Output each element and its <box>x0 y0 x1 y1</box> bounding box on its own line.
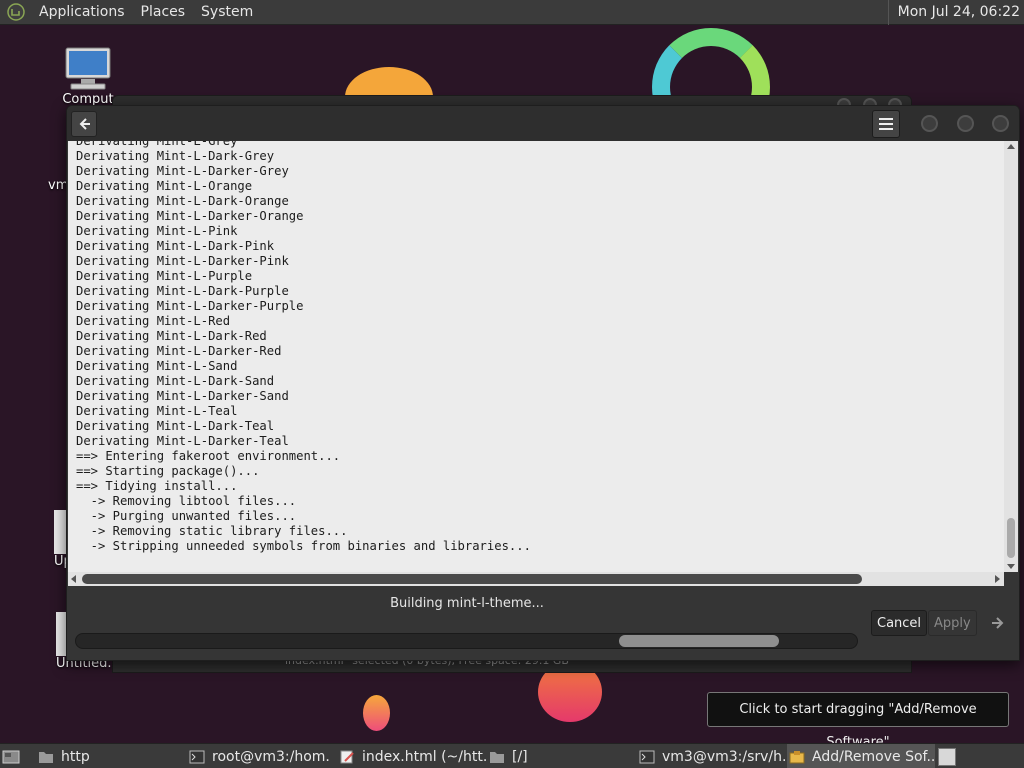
horizontal-scrollbar[interactable] <box>68 572 1004 586</box>
terminal-line: ==> Starting package()... <box>76 464 260 478</box>
show-desktop-button[interactable] <box>2 744 24 768</box>
terminal-line: Derivating Mint-L-Darker-Grey <box>76 164 289 178</box>
terminal-line: -> Removing static library files... <box>76 524 348 538</box>
bottom-panel: http root@vm3:/hom... index.html (~/htt.… <box>0 743 1024 768</box>
terminal-icon <box>639 750 655 763</box>
taskbar-item-label: Add/Remove Sof... <box>812 748 935 765</box>
terminal-line: -> Removing libtool files... <box>76 494 297 508</box>
taskbar-item-vm3-terminal[interactable]: vm3@vm3:/srv/h... <box>639 744 785 768</box>
mint-logo-icon[interactable] <box>7 3 25 21</box>
file-icon <box>54 510 66 554</box>
terminal-line: Derivating Mint-L-Sand <box>76 359 238 373</box>
top-panel: Applications Places System Mon Jul 24, 0… <box>0 0 1024 25</box>
text-editor-icon <box>340 750 354 763</box>
cancel-button[interactable]: Cancel <box>871 610 928 636</box>
terminal-line: Derivating Mint-L-Purple <box>76 269 253 283</box>
menu-applications[interactable]: Applications <box>31 0 133 25</box>
scroll-up-icon[interactable] <box>1007 144 1015 149</box>
vertical-scroll-thumb[interactable] <box>1007 518 1015 558</box>
taskbar-item-label: root@vm3:/hom... <box>212 748 331 765</box>
terminal-line: Derivating Mint-L-Darker-Red <box>76 344 282 358</box>
terminal-line: Derivating Mint-L-Teal <box>76 404 238 418</box>
close-icon[interactable] <box>992 115 1009 132</box>
build-log-text: Derivating Mint-L-Grey Derivating Mint-L-… <box>68 141 1004 554</box>
hamburger-icon <box>879 118 893 130</box>
back-button[interactable] <box>71 111 97 137</box>
terminal-line: Derivating Mint-L-Dark-Purple <box>76 284 289 298</box>
terminal-line: -> Purging unwanted files... <box>76 509 297 523</box>
next-button[interactable] <box>986 612 1010 634</box>
terminal-line: Derivating Mint-L-Dark-Pink <box>76 239 275 253</box>
headerbar[interactable] <box>67 106 1019 141</box>
folder-icon <box>490 751 504 763</box>
menu-system[interactable]: System <box>193 0 261 25</box>
taskbar-item-root-terminal[interactable]: root@vm3:/hom... <box>189 744 331 768</box>
build-log-terminal[interactable]: Derivating Mint-L-Grey Derivating Mint-L-… <box>68 141 1004 572</box>
taskbar-item-label: http <box>61 748 90 765</box>
scroll-left-icon[interactable] <box>71 575 76 583</box>
desktop-icon-vm[interactable]: vm <box>48 178 68 193</box>
desktop-icon-computer[interactable]: Comput <box>58 46 118 107</box>
computer-icon <box>65 47 111 90</box>
maximize-icon[interactable] <box>957 115 974 132</box>
taskbar-item-root-folder[interactable]: [/] <box>489 744 629 768</box>
build-status-text: Building mint-l-theme... <box>390 596 544 611</box>
terminal-line: Derivating Mint-L-Dark-Orange <box>76 194 289 208</box>
terminal-icon <box>189 750 205 763</box>
workspace-icon <box>938 747 956 766</box>
progress-pulse <box>619 635 779 647</box>
terminal-line: Derivating Mint-L-Dark-Grey <box>76 149 275 163</box>
terminal-line: Derivating Mint-L-Dark-Teal <box>76 419 275 433</box>
vertical-scrollbar[interactable] <box>1004 141 1018 572</box>
terminal-line: ==> Entering fakeroot environment... <box>76 449 341 463</box>
horizontal-scroll-thumb[interactable] <box>82 574 862 584</box>
taskbar-item-index-html[interactable]: index.html (~/htt... <box>339 744 487 768</box>
arrow-right-icon <box>992 617 1004 629</box>
taskbar-item-label: vm3@vm3:/srv/h... <box>662 748 785 765</box>
menu-places[interactable]: Places <box>133 0 194 25</box>
scroll-right-icon[interactable] <box>995 575 1000 583</box>
terminal-line: Derivating Mint-L-Pink <box>76 224 238 238</box>
terminal-line: -> Stripping unneeded symbols from binar… <box>76 539 531 553</box>
arrow-left-icon <box>79 118 90 130</box>
terminal-line: Derivating Mint-L-Darker-Pink <box>76 254 289 268</box>
scroll-down-icon[interactable] <box>1007 564 1015 569</box>
file-icon <box>56 612 66 656</box>
build-progress-bar <box>75 633 858 649</box>
show-desktop-icon <box>2 750 20 763</box>
terminal-line: Derivating Mint-L-Red <box>76 314 231 328</box>
minimize-icon[interactable] <box>921 115 938 132</box>
terminal-line: ==> Tidying install... <box>76 479 238 493</box>
taskbar-item-label: index.html (~/htt... <box>362 748 487 765</box>
terminal-line: Derivating Mint-L-Dark-Red <box>76 329 267 343</box>
drag-tooltip: Click to start dragging "Add/Remove Soft… <box>707 692 1009 750</box>
clock[interactable]: Mon Jul 24, 06:22 <box>887 0 1024 25</box>
terminal-line: Derivating Mint-L-Darker-Purple <box>76 299 304 313</box>
terminal-line: Derivating Mint-L-Grey <box>76 141 238 148</box>
terminal-line: Derivating Mint-L-Dark-Sand <box>76 374 275 388</box>
taskbar-item-label: [/] <box>512 748 528 765</box>
terminal-line: Derivating Mint-L-Darker-Orange <box>76 209 304 223</box>
apply-button[interactable]: Apply <box>928 610 977 636</box>
taskbar-item-add-remove-software[interactable]: Add/Remove Sof... <box>787 744 935 768</box>
menu-button[interactable] <box>872 110 900 138</box>
terminal-line: Derivating Mint-L-Darker-Sand <box>76 389 289 403</box>
taskbar-item-http[interactable]: http <box>38 744 178 768</box>
folder-icon <box>39 751 53 763</box>
add-remove-software-window[interactable]: Derivating Mint-L-Grey Derivating Mint-L-… <box>66 105 1020 661</box>
wallpaper-small-blob <box>363 695 390 731</box>
workspace-switcher[interactable] <box>938 744 958 768</box>
terminal-line: Derivating Mint-L-Orange <box>76 179 253 193</box>
software-icon <box>789 750 805 763</box>
terminal-line: Derivating Mint-L-Darker-Teal <box>76 434 289 448</box>
desktop-icon-label: vm <box>48 178 69 193</box>
